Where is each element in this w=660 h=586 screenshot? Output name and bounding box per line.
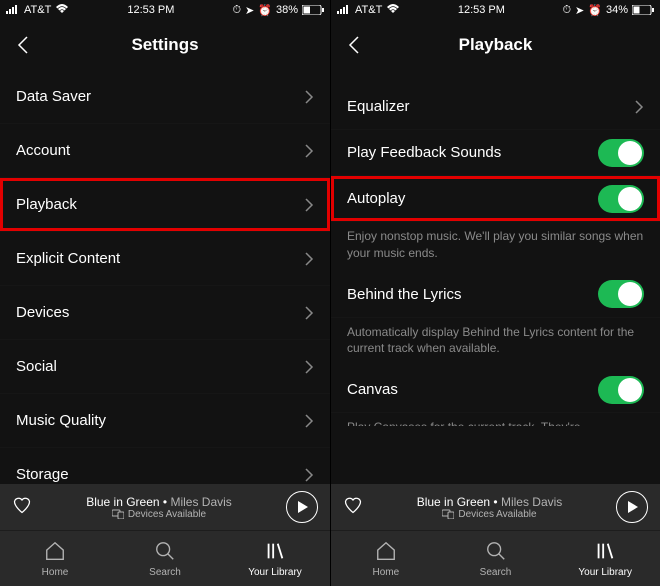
tab-icon <box>594 540 616 565</box>
play-button[interactable] <box>286 491 318 523</box>
row-description: Enjoy nonstop music. We'll play you simi… <box>331 222 660 272</box>
devices-available[interactable]: Devices Available <box>373 509 606 520</box>
signal-icon <box>337 4 351 17</box>
page-title: Playback <box>459 35 533 55</box>
now-playing-bar[interactable]: Blue in Green • Miles Davis Devices Avai… <box>331 484 660 530</box>
toggle-switch[interactable] <box>598 376 644 404</box>
row-label: Devices <box>16 304 304 321</box>
alarm-icon: ⏱ <box>562 4 571 17</box>
playback-row-behind-the-lyrics: Behind the Lyrics <box>331 272 660 318</box>
chevron-right-icon <box>634 99 644 115</box>
settings-row-social[interactable]: Social <box>0 340 330 394</box>
screen-settings: AT&T 12:53 PM ⏱ ➤ ⏰ 38% Settings Data Sa… <box>0 0 330 586</box>
tab-icon <box>154 540 176 565</box>
tab-label: Search <box>480 567 512 578</box>
row-label: Equalizer <box>347 98 634 115</box>
settings-row-explicit-content[interactable]: Explicit Content <box>0 232 330 286</box>
tab-icon <box>485 540 507 565</box>
toggle-switch[interactable] <box>598 280 644 308</box>
row-label: Canvas <box>347 381 598 398</box>
location-icon: ➤ <box>575 4 584 17</box>
heart-icon[interactable] <box>12 495 32 520</box>
carrier-label: AT&T <box>355 4 382 16</box>
tab-home[interactable]: Home <box>331 531 441 586</box>
chevron-right-icon <box>304 359 314 375</box>
playback-row-play-feedback-sounds: Play Feedback Sounds <box>331 130 660 176</box>
chevron-right-icon <box>304 305 314 321</box>
heart-icon[interactable] <box>343 495 363 520</box>
battery-icon <box>632 5 654 15</box>
row-label: Play Feedback Sounds <box>347 144 598 161</box>
tab-icon <box>375 540 397 565</box>
playback-row-equalizer[interactable]: Equalizer <box>331 84 660 130</box>
wifi-icon <box>55 4 69 17</box>
settings-row-music-quality[interactable]: Music Quality <box>0 394 330 448</box>
tab-home[interactable]: Home <box>0 531 110 586</box>
chevron-right-icon <box>304 89 314 105</box>
tab-label: Search <box>149 567 181 578</box>
devices-available[interactable]: Devices Available <box>42 509 276 520</box>
alarm-icon-2: ⏰ <box>588 4 602 17</box>
alarm-icon-2: ⏰ <box>258 4 272 17</box>
tab-label: Home <box>42 567 69 578</box>
screen-playback: AT&T 12:53 PM ⏱ ➤ ⏰ 34% Playback Equaliz… <box>330 0 660 586</box>
row-label: Account <box>16 142 304 159</box>
location-icon: ➤ <box>245 4 254 17</box>
row-label: Data Saver <box>16 88 304 105</box>
page-title: Settings <box>131 35 198 55</box>
signal-icon <box>6 4 20 17</box>
chevron-right-icon <box>304 143 314 159</box>
battery-pct: 34% <box>606 4 628 16</box>
tab-your-library[interactable]: Your Library <box>220 531 330 586</box>
row-label: Storage <box>16 466 304 483</box>
now-playing-title: Blue in Green • Miles Davis <box>373 495 606 509</box>
status-bar: AT&T 12:53 PM ⏱ ➤ ⏰ 34% <box>331 0 660 20</box>
tab-search[interactable]: Search <box>110 531 220 586</box>
wifi-icon <box>386 4 400 17</box>
chevron-right-icon <box>304 467 314 483</box>
time-label: 12:53 PM <box>127 4 174 16</box>
status-bar: AT&T 12:53 PM ⏱ ➤ ⏰ 38% <box>0 0 330 20</box>
toggle-switch[interactable] <box>598 139 644 167</box>
row-label: Playback <box>16 196 304 213</box>
chevron-right-icon <box>304 413 314 429</box>
row-label: Explicit Content <box>16 250 304 267</box>
chevron-right-icon <box>304 197 314 213</box>
row-label: Behind the Lyrics <box>347 286 598 303</box>
tab-icon <box>264 540 286 565</box>
row-description: Play Canvases for the current track. The… <box>331 413 660 446</box>
back-button[interactable] <box>10 32 36 58</box>
now-playing-title: Blue in Green • Miles Davis <box>42 495 276 509</box>
battery-icon <box>302 5 324 15</box>
tab-icon <box>44 540 66 565</box>
header: Playback <box>331 20 660 70</box>
playback-row-autoplay: Autoplay <box>331 176 660 222</box>
now-playing-bar[interactable]: Blue in Green • Miles Davis Devices Avai… <box>0 484 330 530</box>
tab-search[interactable]: Search <box>441 531 551 586</box>
time-label: 12:53 PM <box>458 4 505 16</box>
chevron-right-icon <box>304 251 314 267</box>
tab-label: Home <box>372 567 399 578</box>
tab-your-library[interactable]: Your Library <box>550 531 660 586</box>
tab-label: Your Library <box>578 567 632 578</box>
settings-row-account[interactable]: Account <box>0 124 330 178</box>
play-button[interactable] <box>616 491 648 523</box>
alarm-icon: ⏱ <box>232 4 241 17</box>
header: Settings <box>0 20 330 70</box>
back-button[interactable] <box>341 32 367 58</box>
settings-row-data-saver[interactable]: Data Saver <box>0 70 330 124</box>
tab-label: Your Library <box>248 567 302 578</box>
row-label: Social <box>16 358 304 375</box>
carrier-label: AT&T <box>24 4 51 16</box>
row-label: Autoplay <box>347 190 598 207</box>
playback-row-canvas: Canvas <box>331 367 660 413</box>
toggle-switch[interactable] <box>598 185 644 213</box>
settings-row-playback[interactable]: Playback <box>0 178 330 232</box>
settings-row-devices[interactable]: Devices <box>0 286 330 340</box>
battery-pct: 38% <box>276 4 298 16</box>
row-label: Music Quality <box>16 412 304 429</box>
row-description: Automatically display Behind the Lyrics … <box>331 318 660 368</box>
settings-row-storage[interactable]: Storage <box>0 448 330 484</box>
